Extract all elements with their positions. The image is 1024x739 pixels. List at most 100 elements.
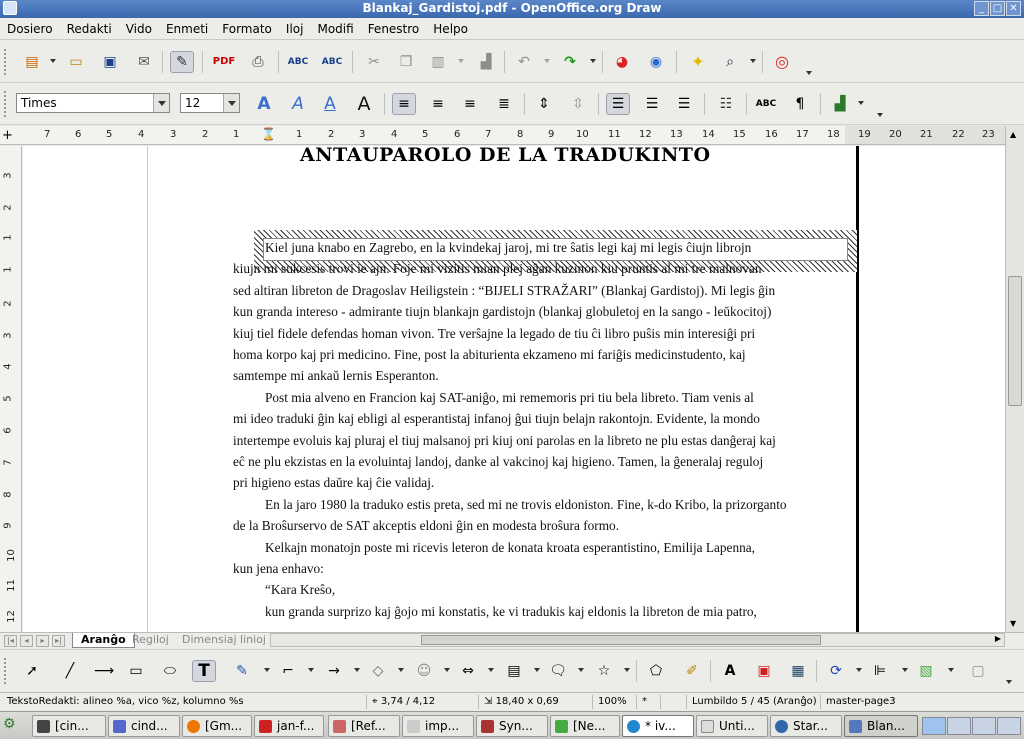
- close-button[interactable]: ✕: [1006, 1, 1021, 16]
- toolbar-overflow-icon[interactable]: [877, 113, 883, 117]
- prev-tab-icon[interactable]: ◂: [20, 635, 33, 647]
- taskbar-item[interactable]: Syn...: [476, 715, 548, 737]
- symbol-dropdown-icon[interactable]: [444, 668, 450, 672]
- connector-dropdown-icon[interactable]: [308, 668, 314, 672]
- rotate-dropdown-icon[interactable]: [856, 668, 862, 672]
- text-line[interactable]: pri higieno estas daŭre kaj ĉie validaj.: [233, 475, 434, 491]
- lines-arrows-icon[interactable]: →: [322, 660, 346, 682]
- menu-redakti[interactable]: Redakti: [60, 18, 119, 40]
- arrange-dropdown-icon[interactable]: [948, 668, 954, 672]
- text-line[interactable]: Post mia alveno en Francion kaj SAT-aniĝ…: [265, 390, 754, 406]
- justify-icon[interactable]: ≣: [492, 93, 516, 115]
- taskbar-item[interactable]: [Ref...: [328, 715, 400, 737]
- bullets-icon[interactable]: ☷: [714, 93, 738, 115]
- text-line[interactable]: kun jena enhavo:: [233, 561, 324, 577]
- lines-dropdown-icon[interactable]: [354, 668, 360, 672]
- spellcheck-icon[interactable]: ABC: [286, 51, 310, 73]
- line-spacing-1-icon[interactable]: ☰: [606, 93, 630, 115]
- tab-regiloj[interactable]: Regiloj: [124, 633, 177, 648]
- workspace-4[interactable]: [997, 717, 1021, 735]
- taskbar-item[interactable]: jan-f...: [254, 715, 324, 737]
- text-line[interactable]: kun granda surprizo kaj ĝojo mi konstati…: [265, 604, 757, 620]
- system-menu-icon[interactable]: ⚙: [3, 716, 23, 736]
- arrange-icon[interactable]: ▧: [914, 660, 938, 682]
- autospellcheck-icon[interactable]: ABC: [320, 51, 344, 73]
- font-name-select[interactable]: Times: [16, 93, 170, 113]
- flowchart-dropdown-icon[interactable]: [534, 668, 540, 672]
- zoom-dropdown-icon[interactable]: [750, 59, 756, 63]
- text-line[interactable]: kiuj tiel fidele defendas homan vivon. T…: [233, 326, 755, 342]
- scroll-down-icon[interactable]: ▼: [1010, 619, 1016, 628]
- text-line[interactable]: eĉ ne plu ekzistas en la evoluintaj land…: [233, 454, 763, 470]
- arrow-line-icon[interactable]: ⟶: [92, 660, 116, 682]
- vertical-scrollbar[interactable]: ▲ ▼: [1005, 126, 1024, 632]
- text-line[interactable]: de la Broŝurservo de SAT akceptis eldoni…: [233, 518, 619, 534]
- chevron-down-icon[interactable]: [223, 94, 239, 112]
- paste-icon[interactable]: ▥: [426, 51, 450, 73]
- open-folder-icon[interactable]: ▭: [64, 51, 88, 73]
- new-document-icon[interactable]: ▤: [20, 51, 44, 73]
- scroll-right-icon[interactable]: ▶: [995, 634, 1001, 643]
- text-line[interactable]: “Kara Kreŝo,: [265, 582, 335, 598]
- text-line[interactable]: intertempe evoluis kaj pluraj el tiuj ma…: [233, 433, 776, 449]
- last-tab-icon[interactable]: ▸|: [52, 635, 65, 647]
- shadow-object-icon[interactable]: ▢: [966, 660, 990, 682]
- taskbar-item[interactable]: [cin...: [32, 715, 106, 737]
- stars-dropdown-icon[interactable]: [624, 668, 630, 672]
- edit-file-icon[interactable]: ✎: [170, 51, 194, 73]
- text-tool-icon[interactable]: T: [192, 660, 216, 682]
- export-pdf-icon[interactable]: PDF: [212, 51, 236, 73]
- paragraph-icon[interactable]: ¶: [788, 93, 812, 115]
- save-icon[interactable]: ▣: [98, 51, 122, 73]
- email-icon[interactable]: ✉: [132, 51, 156, 73]
- callouts-icon[interactable]: 🗨: [546, 660, 570, 682]
- increase-spacing-icon[interactable]: ⇕: [532, 93, 556, 115]
- new-dropdown-icon[interactable]: [50, 59, 56, 63]
- taskbar-item[interactable]: cind...: [108, 715, 180, 737]
- toolbar-grip[interactable]: [4, 49, 8, 75]
- connector-icon[interactable]: ⌐: [276, 660, 300, 682]
- text-line[interactable]: homa korpo kaj pri medicino. Fine, post …: [233, 347, 746, 363]
- format-paintbrush-icon[interactable]: ▟: [474, 51, 498, 73]
- text-line[interactable]: Kiel juna knabo en Zagrebo, en la kvinde…: [265, 240, 751, 256]
- menu-vido[interactable]: Vido: [119, 18, 159, 40]
- shadow-icon[interactable]: A: [352, 93, 376, 115]
- toolbar-grip[interactable]: [4, 91, 8, 117]
- scroll-thumb[interactable]: [1008, 276, 1022, 406]
- extrusion-icon[interactable]: ▦: [786, 660, 810, 682]
- taskbar-item[interactable]: [Ne...: [550, 715, 620, 737]
- fontwork-icon[interactable]: A: [718, 660, 742, 682]
- decrease-spacing-icon[interactable]: ⇳: [566, 93, 590, 115]
- curve-dropdown-icon[interactable]: [264, 668, 270, 672]
- horizontal-ruler[interactable]: + 7 6 5 4 3 2 1 ⌛ 1 2 3 4 5 6 7 8 9 10 1…: [0, 126, 1024, 145]
- undo-dropdown-icon[interactable]: [544, 59, 550, 63]
- font-size-select[interactable]: 12: [180, 93, 240, 113]
- taskbar-item[interactable]: imp...: [402, 715, 474, 737]
- text-line[interactable]: kiujn mi sukcesis trovi ie ajn. Foje mi …: [233, 261, 761, 277]
- text-line[interactable]: Kelkajn monatojn poste mi ricevis letero…: [265, 540, 755, 556]
- toolbar-grip[interactable]: [4, 658, 8, 684]
- ellipse-icon[interactable]: ⬭: [158, 660, 182, 682]
- chart-icon[interactable]: ◕: [610, 51, 634, 73]
- align-right-icon[interactable]: ≡: [458, 93, 482, 115]
- workspace-1[interactable]: [922, 717, 946, 735]
- document-heading[interactable]: ANTAŬPAROLO DE LA TRADUKINTO: [300, 146, 711, 166]
- horizontal-scrollbar[interactable]: ▶: [270, 633, 1005, 647]
- taskbar-item[interactable]: * iv...: [622, 715, 694, 737]
- menu-enmeti[interactable]: Enmeti: [159, 18, 215, 40]
- taskbar-item[interactable]: [Gm...: [182, 715, 252, 737]
- text-line[interactable]: kun granda intereso - admirante tiujn bl…: [233, 304, 771, 320]
- align-center-icon[interactable]: ≡: [426, 93, 450, 115]
- line-spacing-15-icon[interactable]: ☰: [640, 93, 664, 115]
- block-arrows-dropdown-icon[interactable]: [488, 668, 494, 672]
- highlight-dropdown-icon[interactable]: [858, 101, 864, 105]
- copy-icon[interactable]: ❐: [394, 51, 418, 73]
- paste-dropdown-icon[interactable]: [458, 59, 464, 63]
- drawing-canvas[interactable]: ANTAŬPAROLO DE LA TRADUKINTO Kiel juna k…: [23, 146, 1005, 632]
- menu-dosiero[interactable]: Dosiero: [0, 18, 60, 40]
- scroll-thumb[interactable]: [421, 635, 821, 645]
- redo-dropdown-icon[interactable]: [590, 59, 596, 63]
- taskbar-item[interactable]: Blan...: [844, 715, 918, 737]
- curve-tool-icon[interactable]: ✎: [230, 660, 254, 682]
- text-line[interactable]: En la jaro 1980 la traduko estis preta, …: [265, 497, 787, 513]
